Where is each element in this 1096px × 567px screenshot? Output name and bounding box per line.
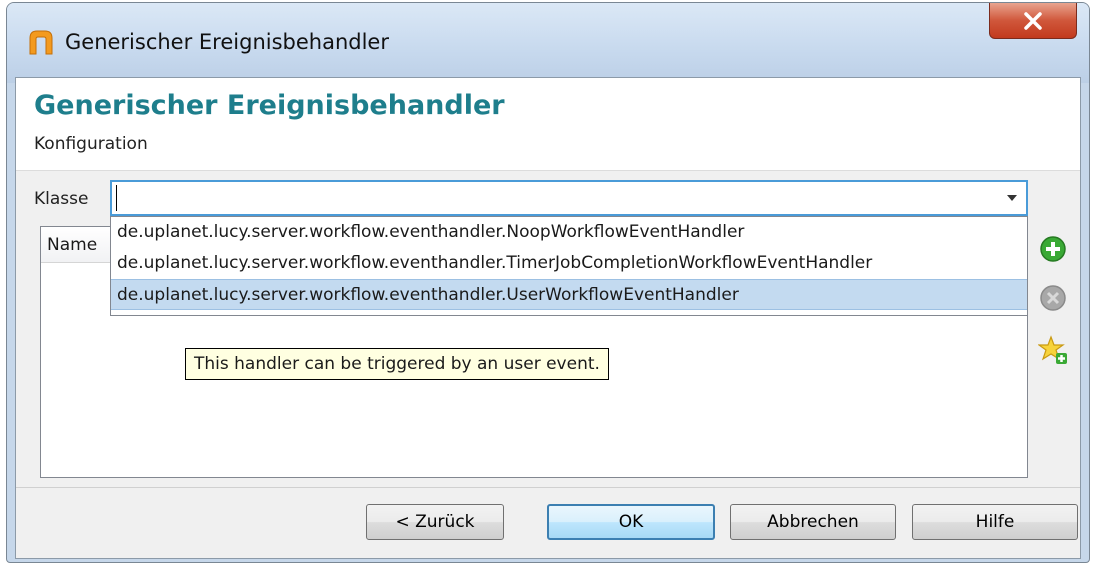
add-button[interactable] (1038, 234, 1068, 264)
klasse-dropdown-list[interactable]: de.uplanet.lucy.server.workflow.eventhan… (110, 216, 1028, 316)
dialog-footer: < Zurück OK Abbrechen Hilfe (16, 487, 1080, 558)
page-title: Generischer Ereignisbehandler (34, 90, 505, 121)
combo-dropdown-button[interactable] (1004, 190, 1020, 206)
dropdown-item-selected[interactable]: de.uplanet.lucy.server.workflow.eventhan… (111, 279, 1027, 310)
tooltip: This handler can be triggered by an user… (185, 348, 609, 380)
add-icon (1040, 236, 1066, 262)
klasse-input[interactable] (116, 185, 989, 211)
header-panel: Generischer Ereignisbehandler Konfigurat… (16, 78, 1080, 171)
title-bar[interactable]: Generischer Ereignisbehandler (7, 3, 1089, 83)
window-title: Generischer Ereignisbehandler (65, 30, 389, 54)
dialog-window: Generischer Ereignisbehandler Generische… (6, 2, 1090, 563)
chevron-down-icon (1007, 195, 1017, 201)
klasse-label: Klasse (34, 189, 89, 209)
star-add-icon (1038, 335, 1067, 364)
ok-button[interactable]: OK (547, 504, 715, 540)
page-subtitle: Konfiguration (34, 134, 148, 154)
dropdown-item[interactable]: de.uplanet.lucy.server.workflow.eventhan… (111, 248, 1027, 279)
app-icon (29, 30, 53, 55)
cancel-button[interactable]: Abbrechen (730, 504, 896, 540)
column-header-name[interactable]: Name (41, 227, 111, 263)
close-button[interactable] (989, 3, 1077, 39)
close-icon (1024, 11, 1042, 30)
klasse-combobox[interactable] (110, 180, 1028, 216)
back-button[interactable]: < Zurück (366, 504, 504, 540)
dropdown-item[interactable]: de.uplanet.lucy.server.workflow.eventhan… (111, 217, 1027, 248)
dialog-content: Generischer Ereignisbehandler Konfigurat… (15, 77, 1081, 559)
remove-button[interactable] (1038, 283, 1068, 313)
help-button[interactable]: Hilfe (912, 504, 1078, 540)
add-favorite-button[interactable] (1038, 335, 1068, 365)
remove-icon (1040, 285, 1066, 311)
